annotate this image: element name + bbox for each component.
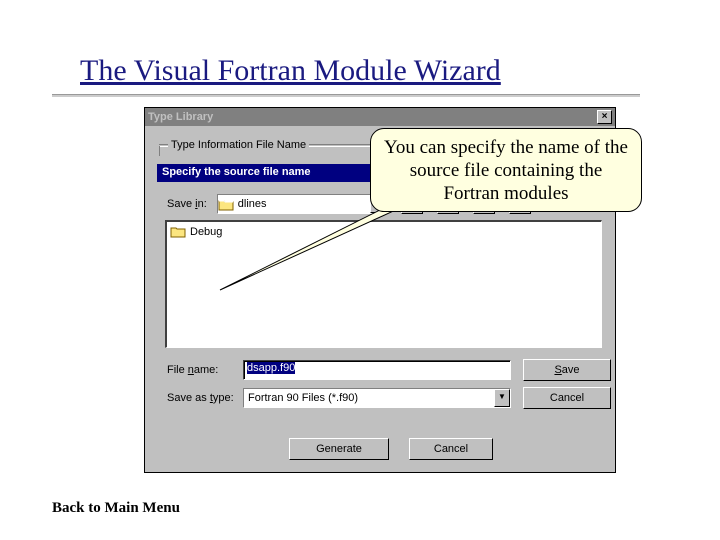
dialog-title: Type Library — [148, 111, 597, 123]
list-item[interactable]: Debug — [170, 225, 598, 238]
file-name-value: dsapp.f90 — [247, 362, 295, 374]
folder-icon — [218, 198, 234, 211]
generate-button[interactable]: Generate — [289, 438, 389, 460]
dialog-titlebar: Type Library × — [145, 108, 615, 126]
save-as-type-label: Save as type: — [167, 392, 243, 404]
save-in-label: Save in: — [167, 198, 207, 210]
file-name-input[interactable]: dsapp.f90 — [243, 360, 511, 380]
save-in-dropdown[interactable]: dlines ▼ — [217, 194, 387, 214]
save-button[interactable]: Save — [523, 359, 611, 381]
title-rule — [52, 94, 640, 97]
save-in-value: dlines — [234, 198, 370, 210]
dropdown-arrow-icon[interactable]: ▼ — [494, 389, 510, 407]
group-label: Type Information File Name — [168, 139, 309, 151]
cancel-button[interactable]: Cancel — [523, 387, 611, 409]
close-icon[interactable]: × — [597, 110, 612, 124]
callout-bubble: You can specify the name of the source f… — [370, 128, 642, 212]
save-as-type-value: Fortran 90 Files (*.f90) — [244, 392, 494, 404]
list-item-label: Debug — [190, 226, 222, 238]
file-listbox[interactable]: Debug — [165, 220, 602, 348]
file-name-label: File name: — [167, 364, 243, 376]
callout-text: You can specify the name of the source f… — [384, 137, 628, 204]
slide-title: The Visual Fortran Module Wizard — [80, 54, 501, 88]
folder-icon — [170, 225, 186, 238]
save-as-type-dropdown[interactable]: Fortran 90 Files (*.f90) ▼ — [243, 388, 511, 408]
back-to-main-link[interactable]: Back to Main Menu — [52, 500, 180, 517]
cancel2-button[interactable]: Cancel — [409, 438, 493, 460]
